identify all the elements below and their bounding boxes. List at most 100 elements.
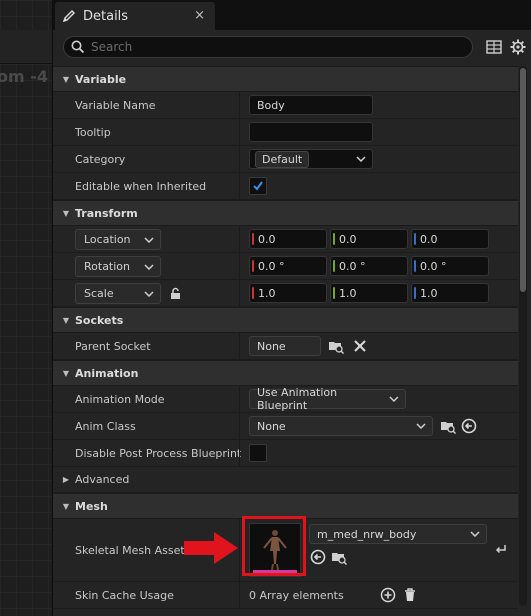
disable-post-process-checkbox[interactable] (249, 444, 267, 462)
parent-socket-field[interactable]: None (249, 336, 321, 356)
z-axis-bar (414, 260, 416, 272)
anim-class-dropdown[interactable]: None (249, 416, 433, 436)
gear-icon[interactable] (509, 38, 527, 56)
tooltip-input[interactable] (249, 122, 373, 142)
search-input[interactable] (91, 40, 451, 54)
value-text: 0.0 ° (339, 259, 366, 273)
row-advanced[interactable]: ▶ Advanced (53, 467, 518, 493)
scrollbar-thumb[interactable] (520, 68, 526, 292)
tab-title: Details (83, 8, 129, 24)
collapse-arrow-icon: ▼ (62, 74, 70, 84)
add-icon[interactable] (379, 586, 397, 604)
column-divider (239, 92, 240, 118)
scale-x-field[interactable]: 1.0 (249, 283, 327, 303)
value-text: 1.0 (420, 286, 438, 300)
section-variable[interactable]: ▼ Variable (53, 66, 518, 92)
graph-toolbar: om -4 (0, 30, 52, 86)
x-axis-bar (252, 287, 254, 299)
z-axis-bar (414, 233, 416, 245)
column-divider (239, 280, 240, 306)
location-z-field[interactable]: 0.0 (411, 229, 489, 249)
property-label: Parent Socket (75, 339, 151, 353)
row-editable-inherited: Editable when Inherited (53, 173, 518, 200)
use-selected-icon[interactable] (309, 548, 327, 566)
search-box[interactable] (63, 36, 473, 58)
row-variable-name: Variable Name Body (53, 92, 518, 119)
row-tooltip: Tooltip (53, 119, 518, 146)
y-axis-bar (333, 287, 335, 299)
property-label: Category (75, 152, 126, 166)
column-divider (239, 226, 240, 252)
value-text: 0.0 (420, 232, 438, 246)
rotation-x-field[interactable]: 0.0 ° (249, 256, 327, 276)
column-divider (239, 173, 240, 199)
column-divider (239, 440, 240, 466)
scale-y-field[interactable]: 1.0 (330, 283, 408, 303)
section-transform[interactable]: ▼ Transform (53, 200, 518, 226)
use-selected-icon[interactable] (460, 417, 478, 435)
rotation-z-field[interactable]: 0.0 ° (411, 256, 489, 276)
chevron-down-icon (389, 396, 399, 402)
chevron-down-icon (470, 531, 480, 537)
rotation-dropdown[interactable]: Rotation (75, 256, 161, 277)
value-text: 0.0 ° (420, 259, 447, 273)
row-skeletal-mesh-asset: Skeletal Mesh Asset m_med_nrw_body (53, 516, 518, 582)
chevron-down-icon (144, 263, 154, 270)
x-axis-bar (252, 233, 254, 245)
category-value: Default (255, 150, 310, 168)
editable-checkbox[interactable] (249, 177, 267, 195)
arrow-icon (184, 532, 238, 564)
location-dropdown[interactable]: Location (75, 229, 161, 250)
browse-icon[interactable] (330, 548, 348, 566)
value-text: 0.0 (339, 232, 357, 246)
section-animation[interactable]: ▼ Animation (53, 360, 518, 386)
row-location: Location 0.0 0.0 0.0 (53, 226, 518, 253)
rotation-y-field[interactable]: 0.0 ° (330, 256, 408, 276)
checkmark-icon (253, 181, 263, 191)
scale-z-field[interactable]: 1.0 (411, 283, 489, 303)
property-label: Disable Post Process Blueprint (75, 446, 242, 460)
y-axis-bar (333, 233, 335, 245)
variable-name-input[interactable]: Body (249, 95, 373, 115)
mesh-asset-dropdown[interactable]: m_med_nrw_body (309, 524, 487, 544)
section-sockets[interactable]: ▼ Sockets (53, 307, 518, 333)
section-title: Mesh (75, 499, 108, 513)
scale-label: Scale (84, 287, 114, 300)
rotation-label: Rotation (84, 260, 131, 273)
scrollbar[interactable] (519, 66, 527, 606)
close-icon[interactable]: × (194, 8, 205, 23)
row-scale: Scale 1.0 1.0 1.0 (53, 280, 518, 307)
details-tab[interactable]: Details × (55, 2, 215, 30)
category-dropdown[interactable]: Default (249, 149, 373, 169)
location-y-field[interactable]: 0.0 (330, 229, 408, 249)
chevron-down-icon (144, 236, 154, 243)
dropdown-value: m_med_nrw_body (317, 527, 417, 541)
row-rotation: Rotation 0.0 ° 0.0 ° 0.0 ° (53, 253, 518, 280)
collapse-arrow-icon: ▼ (62, 315, 70, 325)
location-x-field[interactable]: 0.0 (249, 229, 327, 249)
chevron-down-icon (416, 423, 426, 429)
browse-icon[interactable] (439, 417, 457, 435)
property-label: Tooltip (75, 125, 111, 139)
browse-icon[interactable] (327, 337, 345, 355)
expand-arrow-icon: ▶ (62, 475, 70, 484)
property-label: Variable Name (75, 98, 156, 112)
z-axis-bar (414, 287, 416, 299)
tab-bar: Details × (53, 0, 531, 30)
table-icon[interactable] (485, 38, 503, 56)
row-anim-class: Anim Class None (53, 413, 518, 440)
reset-icon[interactable] (494, 541, 508, 555)
clear-icon[interactable] (351, 337, 369, 355)
row-animation-mode: Animation Mode Use Animation Blueprint (53, 386, 518, 413)
details-panel: Details × Search ▼ Variable Variable Nam… (52, 0, 531, 616)
lock-icon[interactable] (169, 287, 182, 300)
mesh-asset-controls: m_med_nrw_body (309, 524, 487, 566)
scale-dropdown[interactable]: Scale (75, 283, 161, 304)
dropdown-value: None (257, 419, 286, 433)
column-divider (239, 119, 240, 145)
trash-icon[interactable] (401, 586, 419, 604)
column-divider (239, 413, 240, 439)
pencil-icon (62, 10, 75, 23)
animation-mode-dropdown[interactable]: Use Animation Blueprint (249, 386, 406, 412)
search-row (53, 34, 531, 60)
